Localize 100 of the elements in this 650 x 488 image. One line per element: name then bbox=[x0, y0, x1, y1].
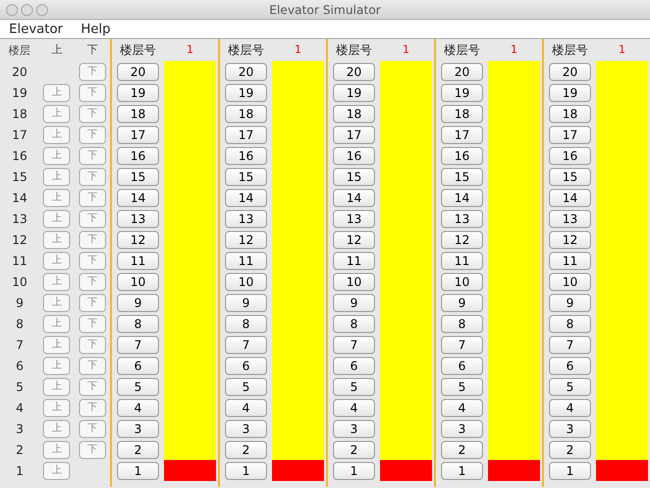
floor-button[interactable]: 19 bbox=[225, 84, 267, 102]
floor-button[interactable]: 10 bbox=[117, 272, 159, 290]
floor-button[interactable]: 5 bbox=[117, 378, 159, 396]
floor-button[interactable]: 14 bbox=[225, 188, 267, 206]
floor-button[interactable]: 17 bbox=[225, 126, 267, 144]
floor-button[interactable]: 2 bbox=[225, 440, 267, 458]
floor-button[interactable]: 20 bbox=[441, 62, 483, 80]
floor-button[interactable]: 7 bbox=[333, 336, 375, 354]
floor-button[interactable]: 19 bbox=[117, 84, 159, 102]
floor-button[interactable]: 20 bbox=[549, 62, 591, 80]
floor-button[interactable]: 4 bbox=[333, 398, 375, 416]
floor-button[interactable]: 9 bbox=[549, 294, 591, 312]
floor-button[interactable]: 3 bbox=[225, 420, 267, 438]
floor-button[interactable]: 3 bbox=[333, 420, 375, 438]
floor-button[interactable]: 11 bbox=[333, 252, 375, 270]
zoom-button[interactable] bbox=[36, 4, 48, 16]
floor-button[interactable]: 3 bbox=[117, 420, 159, 438]
floor-button[interactable]: 5 bbox=[549, 378, 591, 396]
minimize-button[interactable] bbox=[21, 4, 33, 16]
floor-button[interactable]: 3 bbox=[549, 420, 591, 438]
floor-button[interactable]: 5 bbox=[441, 378, 483, 396]
menu-item[interactable]: Elevator bbox=[0, 20, 72, 38]
floor-button[interactable]: 10 bbox=[225, 272, 267, 290]
floor-button[interactable]: 12 bbox=[333, 230, 375, 248]
floor-button[interactable]: 19 bbox=[333, 84, 375, 102]
floor-button[interactable]: 11 bbox=[549, 252, 591, 270]
floor-button[interactable]: 13 bbox=[333, 210, 375, 228]
floor-button[interactable]: 2 bbox=[441, 440, 483, 458]
floor-button[interactable]: 8 bbox=[333, 314, 375, 332]
floor-button[interactable]: 18 bbox=[441, 104, 483, 122]
floor-button[interactable]: 16 bbox=[441, 146, 483, 164]
floor-button[interactable]: 11 bbox=[225, 252, 267, 270]
floor-button[interactable]: 15 bbox=[549, 168, 591, 186]
floor-button[interactable]: 1 bbox=[225, 462, 267, 480]
floor-button[interactable]: 17 bbox=[333, 126, 375, 144]
floor-button[interactable]: 20 bbox=[333, 62, 375, 80]
floor-button[interactable]: 4 bbox=[549, 398, 591, 416]
floor-button[interactable]: 15 bbox=[333, 168, 375, 186]
floor-button[interactable]: 8 bbox=[117, 314, 159, 332]
floor-button[interactable]: 6 bbox=[549, 356, 591, 374]
floor-button[interactable]: 6 bbox=[117, 356, 159, 374]
floor-button[interactable]: 4 bbox=[225, 398, 267, 416]
floor-button[interactable]: 6 bbox=[441, 356, 483, 374]
floor-button[interactable]: 8 bbox=[225, 314, 267, 332]
floor-button[interactable]: 1 bbox=[441, 462, 483, 480]
floor-button[interactable]: 18 bbox=[549, 104, 591, 122]
floor-button[interactable]: 19 bbox=[441, 84, 483, 102]
floor-button[interactable]: 1 bbox=[333, 462, 375, 480]
floor-button[interactable]: 14 bbox=[441, 188, 483, 206]
close-button[interactable] bbox=[6, 4, 18, 16]
floor-button[interactable]: 12 bbox=[225, 230, 267, 248]
floor-button[interactable]: 13 bbox=[441, 210, 483, 228]
floor-button[interactable]: 13 bbox=[225, 210, 267, 228]
floor-button[interactable]: 8 bbox=[549, 314, 591, 332]
floor-button[interactable]: 16 bbox=[549, 146, 591, 164]
floor-button[interactable]: 18 bbox=[225, 104, 267, 122]
floor-button[interactable]: 20 bbox=[225, 62, 267, 80]
floor-button[interactable]: 7 bbox=[117, 336, 159, 354]
floor-button[interactable]: 15 bbox=[117, 168, 159, 186]
menu-item[interactable]: Help bbox=[72, 20, 120, 38]
floor-button[interactable]: 15 bbox=[225, 168, 267, 186]
floor-button[interactable]: 14 bbox=[549, 188, 591, 206]
floor-button[interactable]: 3 bbox=[441, 420, 483, 438]
floor-button[interactable]: 4 bbox=[441, 398, 483, 416]
floor-button[interactable]: 10 bbox=[549, 272, 591, 290]
floor-button[interactable]: 15 bbox=[441, 168, 483, 186]
floor-button[interactable]: 2 bbox=[549, 440, 591, 458]
floor-button[interactable]: 4 bbox=[117, 398, 159, 416]
floor-button[interactable]: 17 bbox=[549, 126, 591, 144]
floor-button[interactable]: 1 bbox=[117, 462, 159, 480]
floor-button[interactable]: 6 bbox=[225, 356, 267, 374]
floor-button[interactable]: 1 bbox=[549, 462, 591, 480]
floor-button[interactable]: 2 bbox=[117, 440, 159, 458]
floor-button[interactable]: 7 bbox=[441, 336, 483, 354]
floor-button[interactable]: 7 bbox=[549, 336, 591, 354]
floor-button[interactable]: 17 bbox=[441, 126, 483, 144]
floor-button[interactable]: 19 bbox=[549, 84, 591, 102]
floor-button[interactable]: 12 bbox=[549, 230, 591, 248]
floor-button[interactable]: 9 bbox=[441, 294, 483, 312]
floor-button[interactable]: 14 bbox=[333, 188, 375, 206]
floor-button[interactable]: 6 bbox=[333, 356, 375, 374]
floor-button[interactable]: 18 bbox=[333, 104, 375, 122]
floor-button[interactable]: 10 bbox=[441, 272, 483, 290]
floor-button[interactable]: 13 bbox=[117, 210, 159, 228]
floor-button[interactable]: 16 bbox=[225, 146, 267, 164]
floor-button[interactable]: 20 bbox=[117, 62, 159, 80]
floor-button[interactable]: 14 bbox=[117, 188, 159, 206]
floor-button[interactable]: 11 bbox=[117, 252, 159, 270]
floor-button[interactable]: 7 bbox=[225, 336, 267, 354]
floor-button[interactable]: 9 bbox=[117, 294, 159, 312]
floor-button[interactable]: 10 bbox=[333, 272, 375, 290]
floor-button[interactable]: 2 bbox=[333, 440, 375, 458]
floor-button[interactable]: 17 bbox=[117, 126, 159, 144]
floor-button[interactable]: 5 bbox=[225, 378, 267, 396]
floor-button[interactable]: 5 bbox=[333, 378, 375, 396]
floor-button[interactable]: 16 bbox=[333, 146, 375, 164]
floor-button[interactable]: 12 bbox=[441, 230, 483, 248]
floor-button[interactable]: 8 bbox=[441, 314, 483, 332]
floor-button[interactable]: 9 bbox=[333, 294, 375, 312]
floor-button[interactable]: 16 bbox=[117, 146, 159, 164]
